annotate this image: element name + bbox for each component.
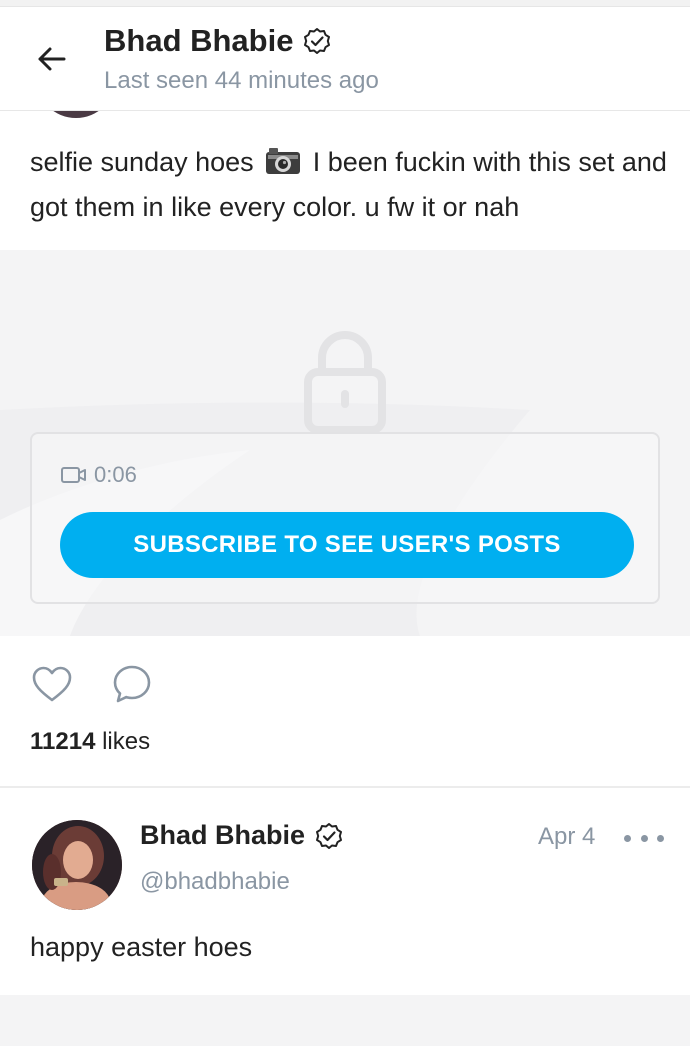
verified-badge-icon	[316, 822, 343, 849]
camera-emoji-icon	[266, 148, 301, 174]
author-name-label: Bhad Bhabie	[140, 820, 306, 850]
subscribe-button[interactable]: SUBSCRIBE TO SEE USER'S POSTS	[60, 512, 634, 578]
profile-title[interactable]: Bhad Bhabie	[104, 23, 331, 59]
comment-icon[interactable]	[110, 662, 154, 706]
post-text-start: selfie sunday hoes	[30, 147, 254, 177]
more-options-button[interactable]	[624, 826, 664, 850]
chat-header: Bhad Bhabie Last seen 44 minutes ago	[0, 7, 690, 111]
post-media-preview	[0, 995, 690, 1046]
author-handle[interactable]: @bhadbhabie	[140, 868, 290, 896]
post-actions	[30, 662, 154, 706]
post-divider	[0, 786, 690, 788]
verified-badge-icon	[304, 28, 331, 54]
post-text: happy easter hoes	[30, 932, 253, 962]
likes-label: likes	[102, 728, 151, 755]
video-duration: 0:06	[60, 462, 137, 488]
profile-name: Bhad Bhabie	[104, 23, 294, 58]
avatar[interactable]	[32, 820, 122, 910]
video-camera-icon	[61, 467, 86, 483]
duration-label: 0:06	[94, 462, 137, 487]
post-date: Apr 4	[538, 823, 596, 850]
locked-media: 0:06 SUBSCRIBE TO SEE USER'S POSTS	[0, 250, 690, 636]
likes-count[interactable]: 11214 likes	[30, 728, 150, 756]
dot-icon	[624, 834, 631, 842]
heart-icon[interactable]	[30, 662, 74, 706]
status-bar-edge	[0, 0, 690, 7]
subscribe-panel: 0:06 SUBSCRIBE TO SEE USER'S POSTS	[30, 432, 660, 604]
last-seen-status: Last seen 44 minutes ago	[104, 67, 379, 94]
post-text: selfie sunday hoes I been fuckin with th…	[30, 140, 670, 230]
arrow-left-icon	[38, 47, 66, 71]
dot-icon	[640, 834, 648, 842]
author-name[interactable]: Bhad Bhabie	[140, 820, 343, 851]
avatar-photo	[32, 820, 122, 910]
likes-number: 11214	[30, 728, 96, 755]
back-button[interactable]	[30, 37, 74, 81]
lock-icon	[304, 331, 386, 434]
dot-icon	[657, 834, 664, 842]
